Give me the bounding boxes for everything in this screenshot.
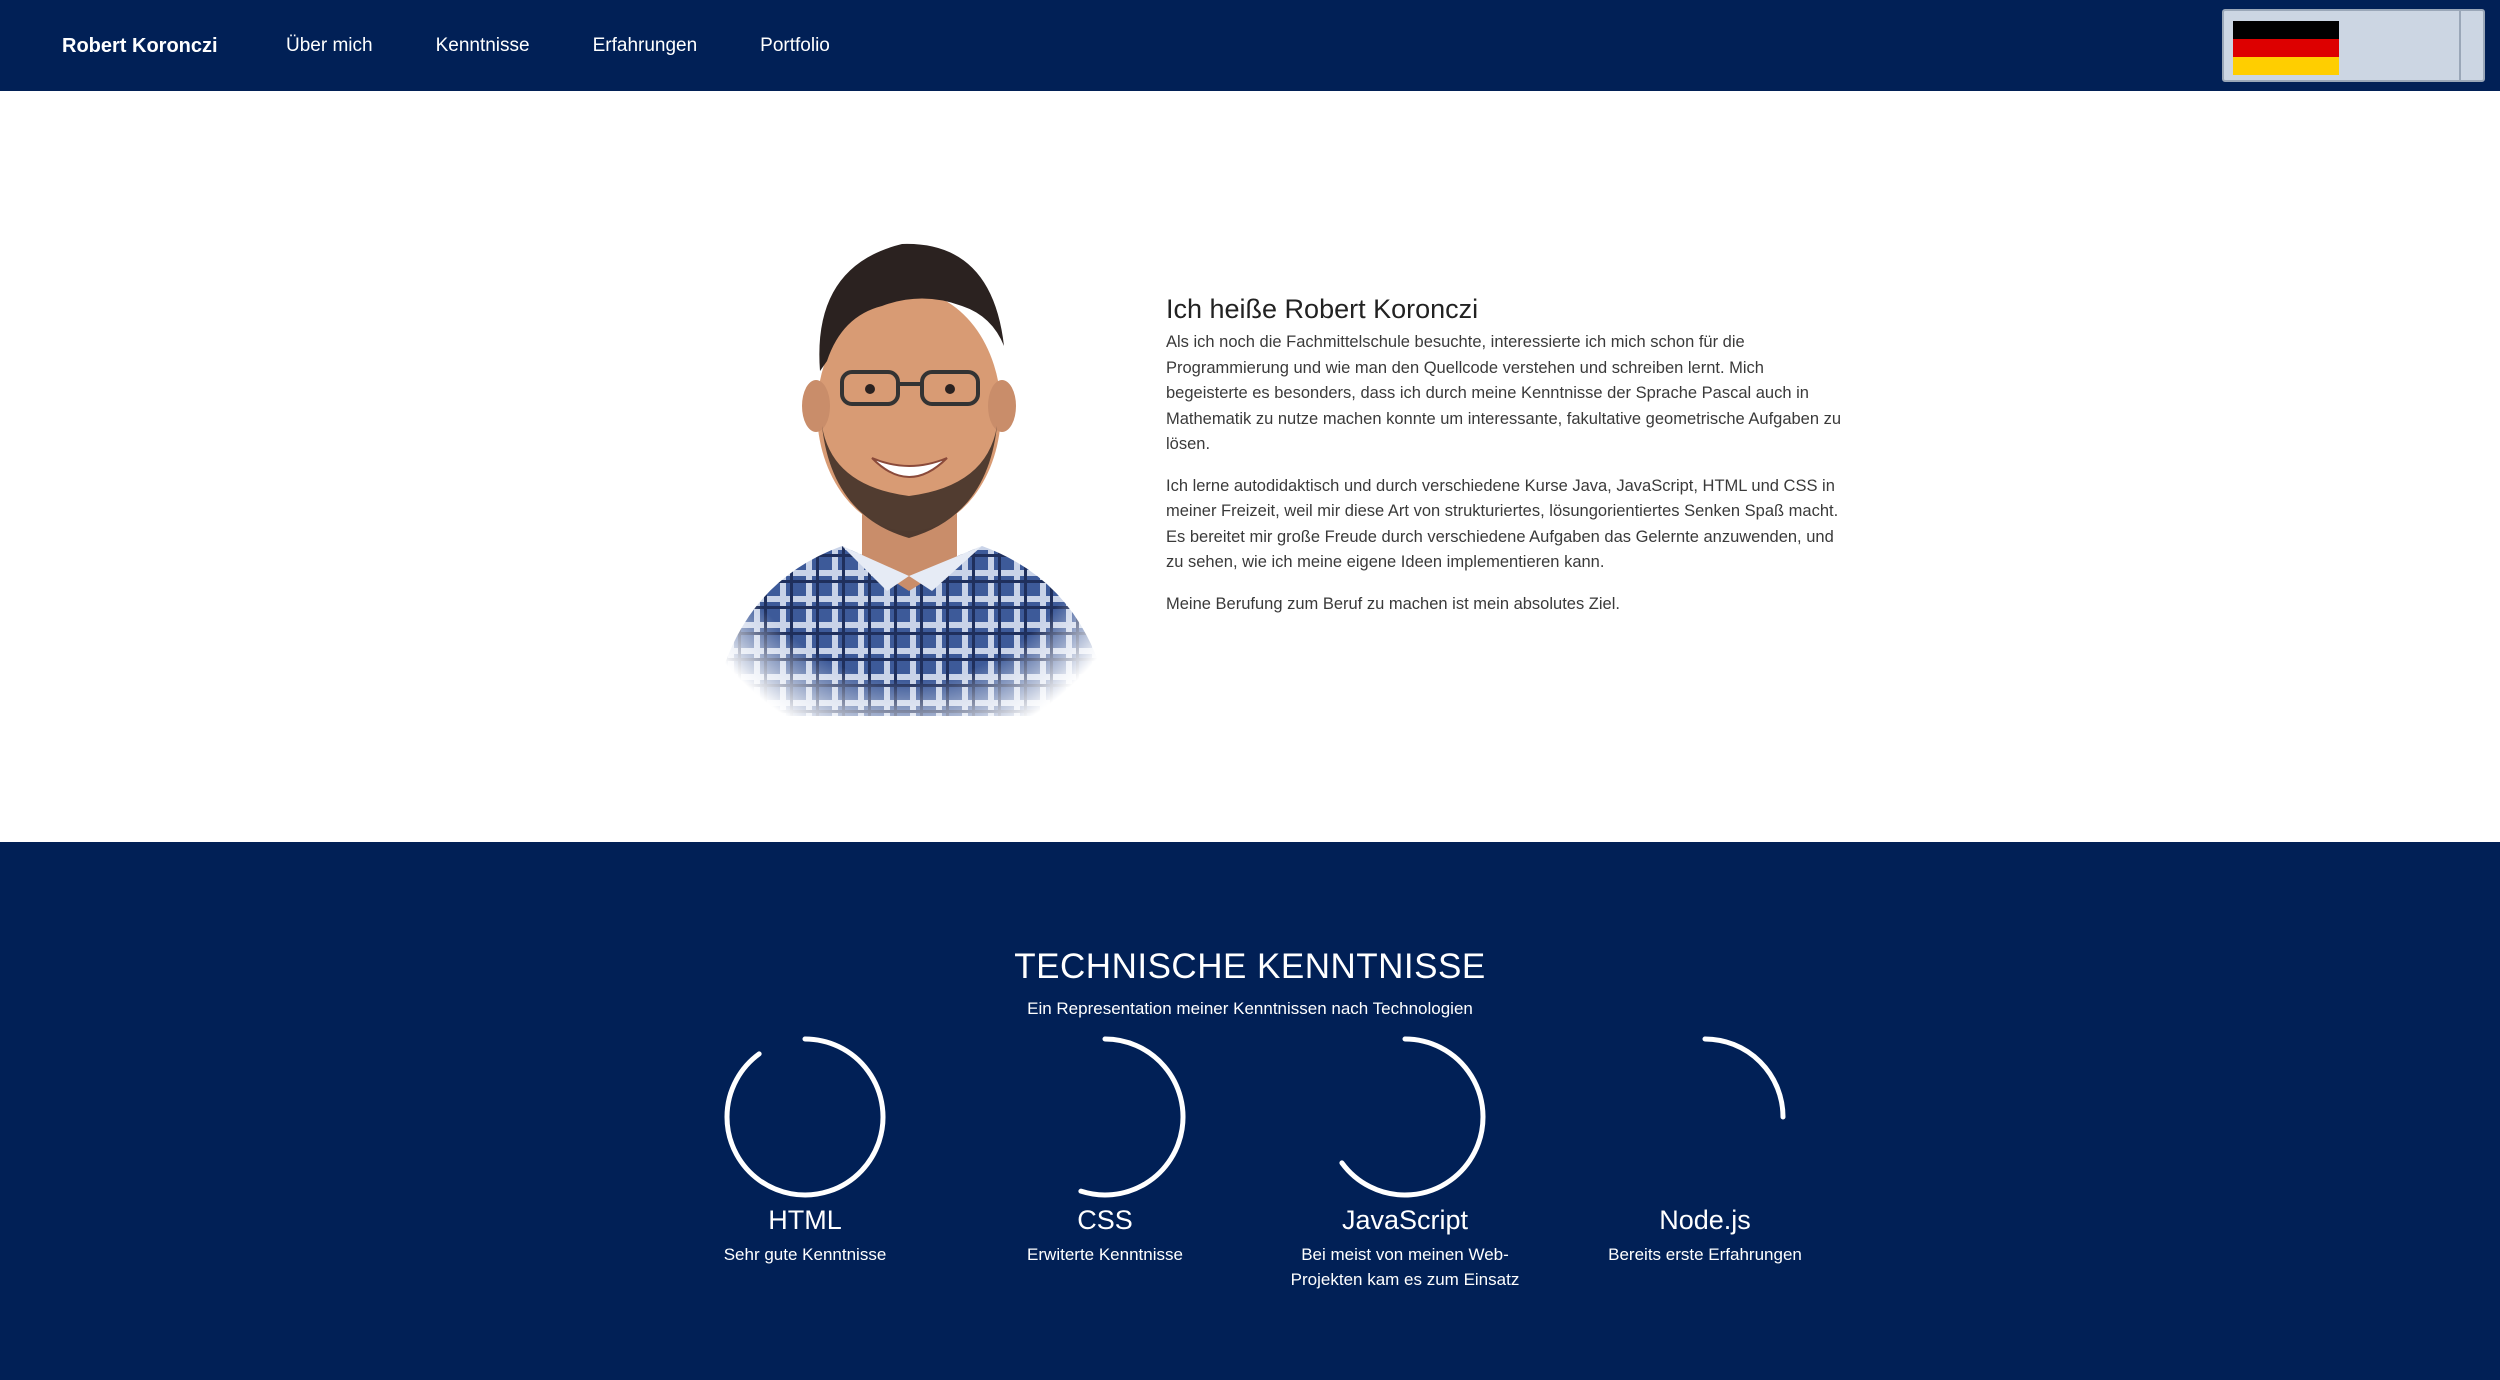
skill-javascript-progress-ring: [1339, 1036, 1486, 1198]
skill-css-progress-arc: [1078, 1036, 1186, 1198]
skill-nodejs: Node.js Bereits erste Erfahrungen: [1555, 1032, 1855, 1267]
about-paragraph-3: Meine Berufung zum Beruf zu machen ist m…: [1166, 594, 1620, 613]
skill-javascript-progress-arc: [1339, 1036, 1486, 1198]
skill-html-progress-arc: [724, 1036, 886, 1198]
flag-stripe-gold: [2233, 57, 2339, 75]
skill-html-progress-ring: [724, 1036, 886, 1198]
about-text: Ich heiße Robert Koronczi Als ich noch d…: [1166, 292, 1846, 633]
skill-javascript: JavaScript Bei meist von meinen Web-Proj…: [1255, 1032, 1555, 1292]
nav-link-portfolio[interactable]: Portfolio: [760, 33, 830, 59]
skill-nodejs-name: Node.js: [1659, 1205, 1751, 1235]
skills-title: TECHNISCHE KENNTNISSE: [1014, 947, 1486, 986]
skill-html: HTML Sehr gute Kenntnisse: [655, 1032, 955, 1267]
navbar: Robert Koronczi Über mich Kenntnisse Erf…: [0, 0, 2500, 91]
skill-javascript-description: Bei meist von meinen Web-Projekten kam e…: [1290, 1245, 1520, 1289]
skill-css: CSS Erwiterte Kenntnisse: [955, 1032, 1255, 1267]
skill-nodejs-progress-ring: [1702, 1036, 1786, 1120]
skill-nodejs-description: Bereits erste Erfahrungen: [1608, 1245, 1802, 1264]
about-title: Ich heiße Robert Koronczi: [1166, 294, 1479, 324]
flag-stripe-black: [2233, 21, 2339, 39]
skills-subtitle: Ein Representation meiner Kenntnissen na…: [1027, 999, 1473, 1018]
nav-links: Über mich Kenntnisse Erfahrungen Portfol…: [286, 33, 893, 59]
language-select[interactable]: [2222, 9, 2485, 82]
german-flag-icon: [2233, 21, 2339, 75]
skill-html-name: HTML: [768, 1205, 842, 1235]
brand-link[interactable]: Robert Koronczi: [62, 33, 218, 59]
skills-section: TECHNISCHE KENNTNISSE Ein Representation…: [0, 842, 2500, 1380]
skill-css-name: CSS: [1077, 1205, 1133, 1235]
skill-javascript-name: JavaScript: [1341, 1205, 1469, 1235]
language-select-divider: [2459, 11, 2461, 80]
skill-css-description: Erwiterte Kenntnisse: [1027, 1245, 1183, 1264]
flag-stripe-red: [2233, 39, 2339, 57]
nav-link-kenntnisse[interactable]: Kenntnisse: [436, 33, 530, 59]
skill-css-progress-ring: [1078, 1036, 1186, 1198]
profile-portrait: [692, 196, 1126, 732]
about-paragraph-1: Als ich noch die Fachmittelschule besuch…: [1166, 333, 1842, 453]
about-section: Ich heiße Robert Koronczi Als ich noch d…: [0, 91, 2500, 842]
about-paragraph-2: Ich lerne autodidaktisch und durch versc…: [1166, 476, 1839, 572]
nav-link-erfahrungen[interactable]: Erfahrungen: [593, 33, 698, 59]
skill-nodejs-progress-arc: [1702, 1036, 1786, 1120]
skill-html-description: Sehr gute Kenntnisse: [723, 1245, 887, 1264]
nav-link-ueber-mich[interactable]: Über mich: [286, 33, 373, 59]
